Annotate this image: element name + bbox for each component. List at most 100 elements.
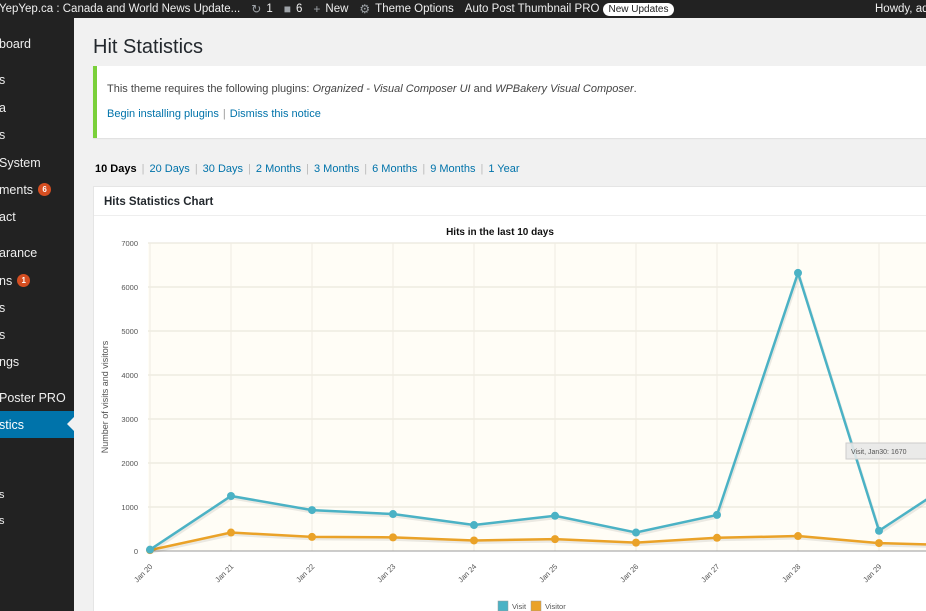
notice-plugin-2: WPBakery Visual Composer [495, 83, 634, 95]
sidebar-item-label: arance [0, 245, 38, 260]
sidebar-item-label: Poster PRO [0, 390, 66, 405]
range-1-year[interactable]: 1 Year [488, 163, 519, 175]
legend-swatch-visit [497, 600, 509, 611]
sidebar-item-label: s [0, 327, 6, 342]
sidebar-item-plugins[interactable]: ns 1 [0, 267, 74, 294]
site-title-link[interactable]: YepYep.ca : Canada and World News Update… [0, 3, 240, 15]
hits-chart-panel: Hits Statistics Chart 0 1000 2000 3000 4000 5… [93, 186, 926, 611]
sidebar-item-label: stics [0, 417, 24, 432]
data-point-visit [146, 545, 154, 554]
comment-icon: ■ [283, 2, 291, 16]
range-6-months[interactable]: 6 Months [372, 163, 417, 175]
range-30-days[interactable]: 30 Days [203, 163, 243, 175]
y-tick-label: 7000 [121, 239, 138, 248]
sidebar-item-poster-pro[interactable]: Poster PRO [0, 384, 74, 411]
data-point-visit [227, 492, 235, 500]
range-separator: | [194, 163, 198, 175]
sidebar-subitem-1[interactable]: s [0, 486, 74, 504]
data-point-visitor [632, 538, 640, 547]
x-tick-label: Jan 29 [861, 562, 883, 584]
data-point-visit [308, 506, 316, 515]
data-point-visit [632, 528, 640, 537]
updates-count: 1 [266, 3, 273, 15]
admin-sidebar: board s a s System ments 6 act arance ns 1… [0, 18, 74, 611]
comments-link[interactable]: ■ 6 [284, 2, 303, 16]
new-updates-badge: New Updates [603, 2, 674, 16]
plus-icon: + [313, 2, 321, 16]
sidebar-item-label: s [0, 127, 6, 142]
data-point-visitor [470, 536, 478, 545]
range-separator: | [480, 163, 484, 175]
range-separator: | [364, 163, 368, 175]
theme-options-link[interactable]: ⚙ Theme Options [359, 2, 453, 16]
sidebar-item-label: ns [0, 273, 13, 288]
notice-text-suffix: . [633, 83, 637, 95]
sidebar-item-label: s [0, 515, 5, 527]
sidebar-item-pages[interactable]: s [0, 121, 74, 148]
data-point-visitor [794, 532, 802, 541]
notice-text-prefix: This theme requires the following plugin… [107, 83, 313, 95]
sidebar-item-users[interactable]: s [0, 294, 74, 321]
notice-separator: | [222, 108, 226, 120]
legend-label-visitor: Visitor [545, 602, 566, 611]
main-content: Hit Statistics This theme requires the f… [74, 18, 926, 611]
range-2-months[interactable]: 2 Months [256, 163, 301, 175]
sidebar-subitem-2[interactable]: s [0, 512, 74, 530]
begin-installing-link[interactable]: Begin installing plugins [107, 108, 219, 120]
range-separator: | [422, 163, 426, 175]
y-tick-label: 3000 [121, 415, 138, 424]
sidebar-item-label: a [0, 100, 6, 115]
range-separator: | [306, 163, 309, 175]
plugin-updates-link[interactable]: Auto Post Thumbnail PRO New Updates [464, 2, 674, 16]
y-tick-label: 1000 [121, 503, 138, 512]
x-tick-label: Jan 25 [537, 562, 559, 584]
dismiss-notice-link[interactable]: Dismiss this notice [230, 108, 321, 120]
sidebar-item-tools[interactable]: s [0, 321, 74, 348]
sidebar-item-label: System [0, 155, 41, 170]
panel-title: Hits Statistics Chart [104, 196, 214, 208]
admin-bar: YepYep.ca : Canada and World News Update… [0, 0, 926, 18]
range-9-months[interactable]: 9 Months [430, 163, 475, 175]
sidebar-item-settings[interactable]: ngs [0, 348, 74, 375]
sidebar-item-comments[interactable]: ments 6 [0, 176, 74, 203]
x-tick-label: Jan 28 [780, 562, 802, 584]
range-20-days[interactable]: 20 Days [149, 163, 189, 175]
x-tick-label: Jan 23 [375, 562, 397, 584]
data-point-visitor [389, 533, 397, 542]
sidebar-item-media[interactable]: a [0, 94, 74, 121]
x-tick-label: Jan 22 [294, 562, 316, 584]
page-title: Hit Statistics [93, 36, 204, 58]
notice-plugin-1: Organized - Visual Composer UI [312, 83, 471, 95]
range-10-days[interactable]: 10 Days [95, 163, 137, 175]
gear-icon: ⚙ [359, 2, 371, 16]
plugin-label: Auto Post Thumbnail PRO [464, 3, 600, 15]
data-point-visit [389, 510, 397, 519]
data-point-visit [875, 526, 883, 535]
data-point-visit [794, 268, 802, 277]
data-point-visit [470, 521, 478, 530]
range-3-months[interactable]: 3 Months [314, 163, 359, 175]
account-link[interactable]: Howdy, ad [875, 0, 926, 18]
legend-label-visit: Visit [512, 602, 527, 611]
sidebar-item-posts[interactable]: s [0, 66, 74, 93]
y-tick-label: 5000 [121, 327, 138, 336]
updates-link[interactable]: ↻ 1 [251, 2, 272, 16]
data-point-visitor [551, 535, 559, 544]
hits-chart: 0 1000 2000 3000 4000 5000 6000 7000 Jan 20 Jan 2… [100, 227, 926, 611]
new-content-link[interactable]: + New [313, 2, 348, 16]
y-tick-label: 4000 [121, 371, 138, 380]
y-tick-label: 2000 [121, 459, 138, 468]
sidebar-item-contact[interactable]: act [0, 203, 74, 230]
range-separator: | [141, 163, 145, 175]
sidebar-item-appearance[interactable]: arance [0, 239, 74, 266]
comments-count-badge: 6 [38, 183, 52, 196]
sidebar-item-statistics[interactable]: stics [0, 411, 74, 438]
data-point-visit [551, 511, 559, 520]
sidebar-item-label: s [0, 72, 6, 87]
x-tick-label: Jan 20 [132, 562, 154, 584]
refresh-icon: ↻ [251, 2, 262, 16]
y-axis-label: Number of visits and visitors [100, 340, 110, 453]
x-tick-label: Jan 21 [213, 562, 235, 584]
sidebar-item-dashboard[interactable]: board [0, 30, 74, 57]
sidebar-item-system[interactable]: System [0, 149, 74, 176]
